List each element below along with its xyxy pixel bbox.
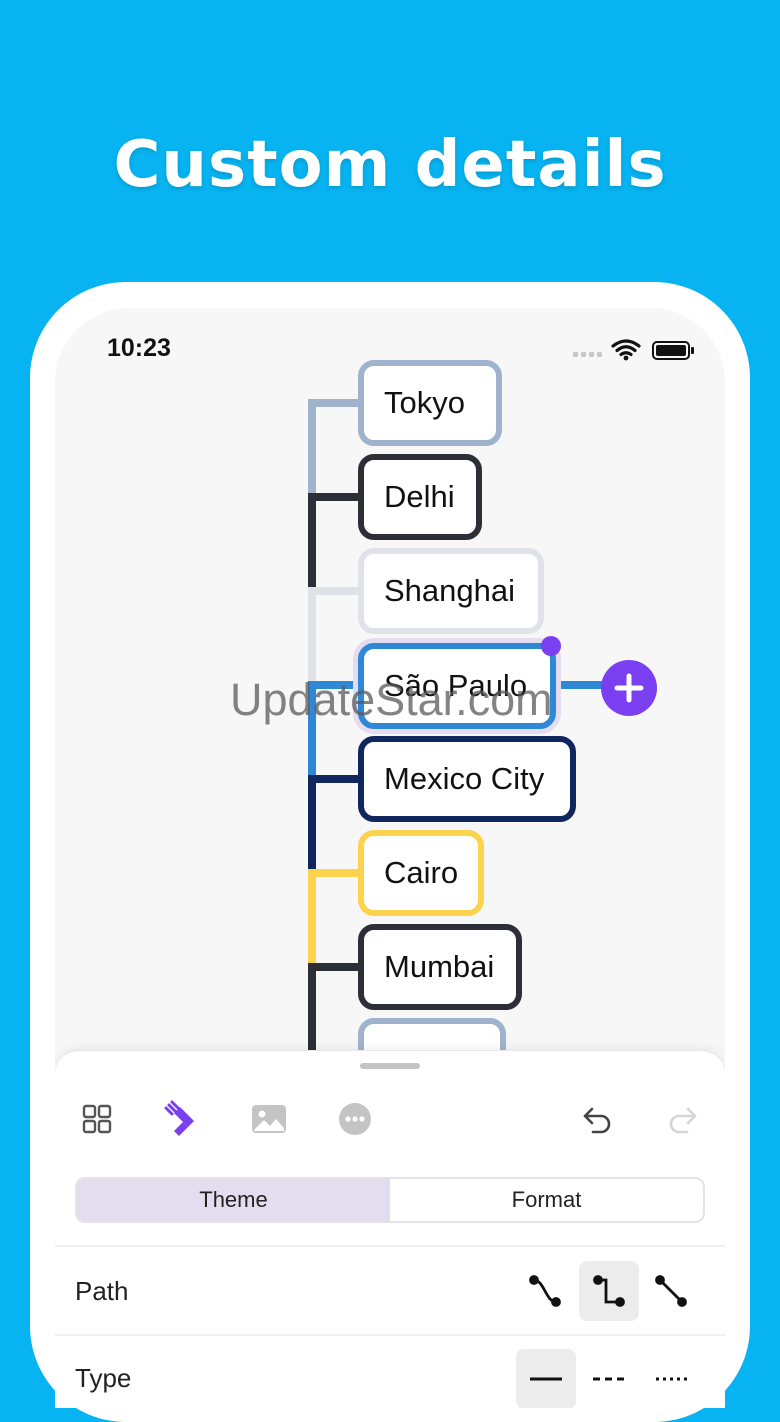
- node-tokyo[interactable]: Tokyo: [358, 360, 502, 446]
- resize-handle[interactable]: [541, 636, 561, 656]
- app-screen: 10:23 Tokyo Delhi Shanghai São Paulo Mex…: [55, 308, 725, 1408]
- node-mexico-city[interactable]: Mexico City: [358, 736, 576, 822]
- undo-icon[interactable]: [575, 1097, 619, 1141]
- path-label: Path: [75, 1276, 129, 1306]
- divider: [55, 1245, 725, 1247]
- node-label: Mexico City: [384, 761, 545, 796]
- node-label: Tokyo: [384, 385, 465, 420]
- mind-map-canvas[interactable]: Tokyo Delhi Shanghai São Paulo Mexico Ci…: [55, 308, 725, 1104]
- node-shanghai[interactable]: Shanghai: [358, 548, 544, 634]
- node-label: Mumbai: [384, 949, 495, 984]
- path-elbow-option[interactable]: [579, 1261, 639, 1321]
- tab-theme[interactable]: Theme: [77, 1179, 390, 1221]
- node-mumbai[interactable]: Mumbai: [358, 924, 522, 1010]
- node-label: Shanghai: [384, 573, 516, 608]
- plus-icon: [614, 673, 644, 703]
- path-curve-option[interactable]: [515, 1261, 575, 1321]
- theme-format-switch: Theme Format: [75, 1177, 705, 1223]
- grid-icon[interactable]: [75, 1097, 119, 1141]
- image-icon[interactable]: [247, 1097, 291, 1141]
- type-solid-option[interactable]: [516, 1349, 576, 1408]
- path-straight-option[interactable]: [641, 1261, 701, 1321]
- brush-icon[interactable]: [161, 1097, 205, 1141]
- sheet-drag-handle[interactable]: [360, 1063, 420, 1069]
- node-delhi[interactable]: Delhi: [358, 454, 482, 540]
- more-icon[interactable]: [333, 1097, 377, 1141]
- node-label: Delhi: [384, 479, 455, 514]
- headline: Custom details: [113, 128, 667, 202]
- node-cairo[interactable]: Cairo: [358, 830, 484, 916]
- divider: [55, 1334, 725, 1336]
- type-label: Type: [75, 1363, 132, 1393]
- node-label: Cairo: [384, 855, 459, 890]
- tab-format[interactable]: Format: [390, 1179, 703, 1221]
- node-sao-paulo[interactable]: São Paulo: [358, 643, 556, 729]
- type-dotted-option[interactable]: [641, 1349, 701, 1408]
- add-child-button[interactable]: [601, 660, 657, 716]
- redo-icon[interactable]: [661, 1097, 705, 1141]
- node-label: São Paulo: [384, 668, 528, 703]
- bottom-sheet: Theme Format Path Type: [55, 1050, 725, 1408]
- type-dashed-option[interactable]: [579, 1349, 639, 1408]
